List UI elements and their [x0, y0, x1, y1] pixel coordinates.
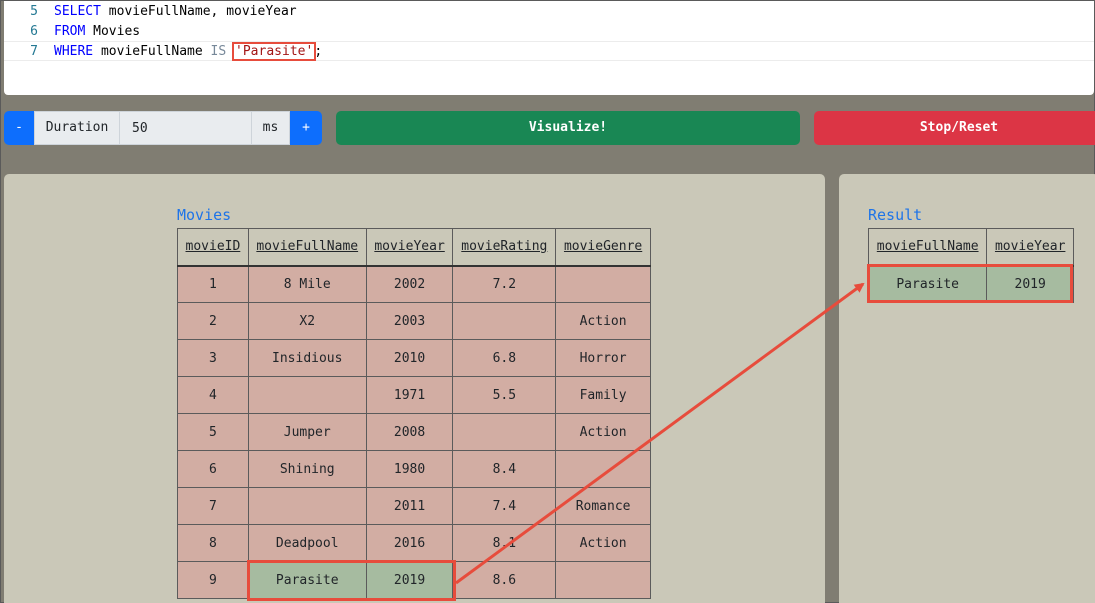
match-arrow-icon — [455, 282, 865, 585]
